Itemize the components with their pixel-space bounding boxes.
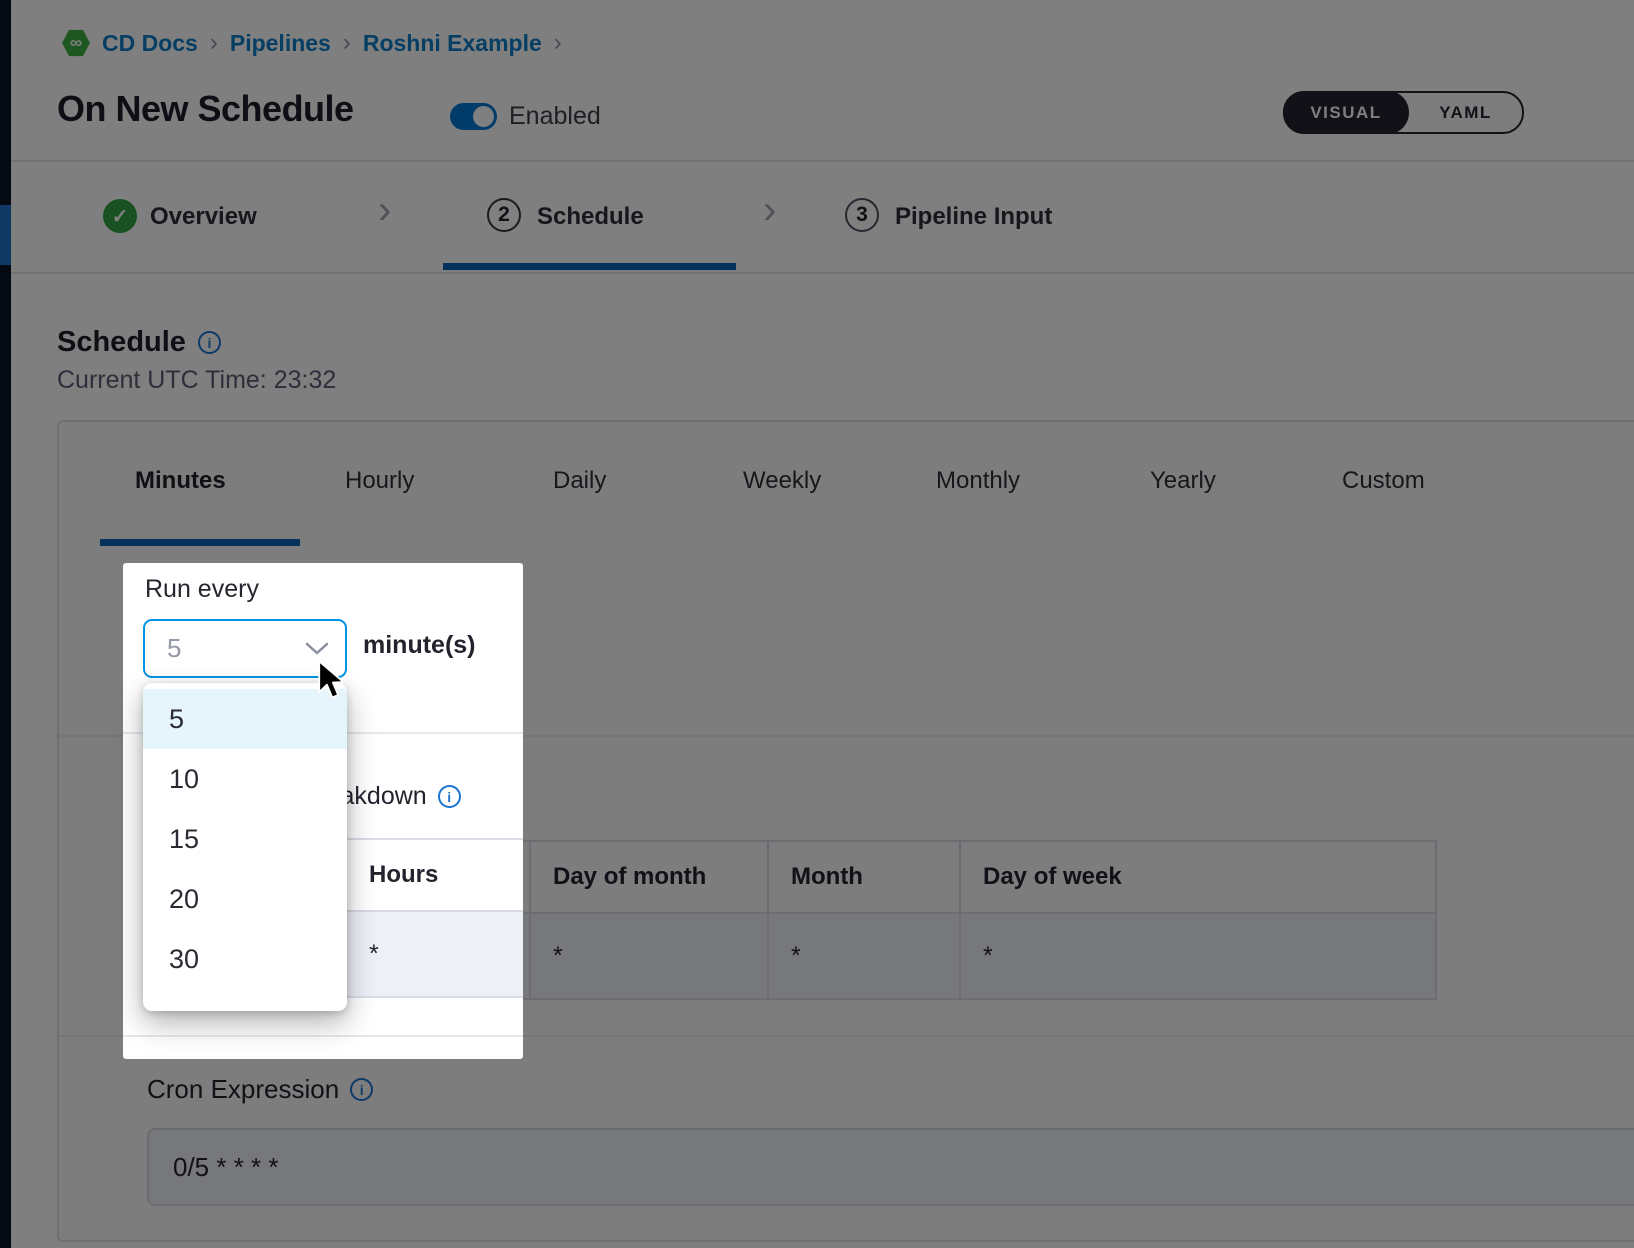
info-icon[interactable]: i <box>438 785 461 808</box>
minutes-unit-label: minute(s) <box>363 631 476 660</box>
minutes-interval-select[interactable]: 5 <box>143 619 347 678</box>
interval-options-dropdown: 5 10 15 20 30 <box>143 683 347 1011</box>
selected-interval-value: 5 <box>145 633 305 664</box>
option-30[interactable]: 30 <box>143 929 347 989</box>
option-5[interactable]: 5 <box>143 689 347 749</box>
run-every-label: Run every <box>145 575 259 604</box>
section-divider <box>123 1035 523 1037</box>
header-hours: Hours <box>347 840 523 910</box>
option-10[interactable]: 10 <box>143 749 347 809</box>
schedule-trigger-page: { "breadcrumb": { "separator": "›", "ite… <box>0 0 1634 1248</box>
chevron-down-icon <box>305 642 329 656</box>
value-hours: * <box>347 912 523 996</box>
option-15[interactable]: 15 <box>143 809 347 869</box>
option-20[interactable]: 20 <box>143 869 347 929</box>
